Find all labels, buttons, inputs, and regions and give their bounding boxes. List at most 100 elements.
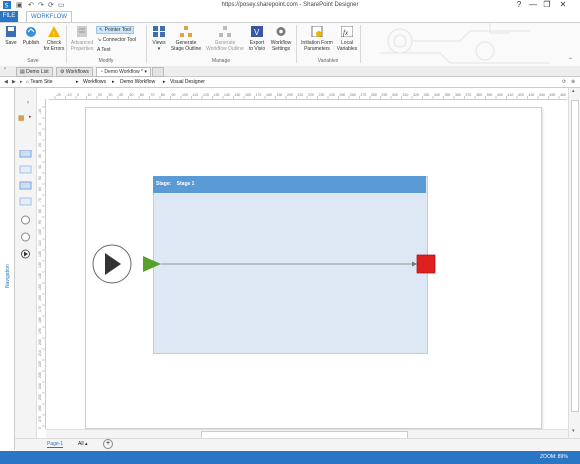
end-node[interactable] [416,254,436,274]
ruler-label: 440 [539,93,545,97]
add-page-button[interactable]: + [103,439,113,449]
options-icon[interactable]: ⊕ [571,77,575,87]
ruler-label: 50 [38,176,42,180]
check-errors-icon: ! [48,26,60,38]
stage-outline-icon [180,26,192,37]
tab-workflows[interactable]: ⚙ Workflows [56,67,93,77]
workflow-outline-icon [219,26,231,37]
back-icon[interactable]: ◀ [4,77,8,87]
refresh-icon[interactable]: ⟳ [562,77,566,87]
shapes-icon[interactable]: ▦ [18,114,25,122]
views-icon [153,26,165,37]
step-shape-icon[interactable] [21,232,30,242]
stage-prefix: Stage: [156,181,172,187]
vertical-scroll-thumb[interactable] [571,100,579,412]
breadcrumb-arrow-icon: ▸ [20,79,23,85]
ruler-label: 450 [550,93,556,97]
breadcrumb-visual-designer[interactable]: Visual Designer [170,77,205,87]
connector-tool-button[interactable]: ↘ Connector Tool [97,37,136,43]
advanced-properties-button[interactable]: Advanced Properties [68,26,96,52]
ruler-label: 100 [38,229,42,235]
ruler-label: 70 [38,198,42,202]
ruler-label: 40 [119,93,123,97]
visio-icon: V [251,26,263,37]
scroll-down-icon[interactable]: ▾ [572,428,575,434]
ruler-label: 150 [235,93,241,97]
ruler-label: 10 [38,132,42,136]
ruler-label: 330 [424,93,430,97]
ribbon-tabs: FILE WORKFLOW [0,11,580,22]
new-tab-button[interactable] [152,67,164,77]
action-shape-icon[interactable] [19,197,32,206]
ruler-label: -20 [56,93,61,97]
close-tab-icon[interactable]: ▾ [144,69,147,75]
workflow-icon: ◔ [100,69,104,75]
check-for-errors-button[interactable]: ! Check for Errors [43,26,65,52]
list-icon: ▤ [20,69,25,75]
all-pages-button[interactable]: All ▴ [78,441,87,447]
breadcrumb-workflows[interactable]: Workflows [83,77,106,87]
local-variables-button[interactable]: fx Local Variables [336,25,358,52]
page-tab[interactable]: Page-1 [47,441,64,448]
vertical-scrollbar[interactable]: ▴ ▾ [568,88,580,438]
ruler-label: 340 [434,93,440,97]
views-button[interactable]: Views ▾ [149,26,169,52]
collapse-ribbon-icon[interactable]: ⌃ [568,57,573,64]
tab-demo-list[interactable]: ▤ Demo List [16,67,53,77]
group-manage-label: Manage [211,58,231,64]
forward-icon[interactable]: ▶ [12,77,16,87]
publish-button[interactable]: Publish [20,26,42,46]
export-to-visio-button[interactable]: V Export to Visio [247,26,267,52]
stage-shape-icon[interactable] [19,150,32,158]
scroll-up-icon[interactable]: ▴ [572,88,575,94]
ruler-label: 310 [403,93,409,97]
window-title: https://posey.sharepoint.com - SharePoin… [221,2,359,8]
save-button[interactable]: Save [3,26,19,46]
horizontal-ruler: -20 -10 0 10 20 30 40 50 60 70 80 90 100 110 120 130 140… [49,92,567,100]
tab-file[interactable]: FILE [0,11,18,22]
pointer-tool-button[interactable]: ↖ Pointer Tool [96,26,134,34]
breadcrumb-separator-icon: ▸ [112,79,115,85]
block-shape-icon[interactable] [19,165,32,174]
ruler-label: -10 [67,93,72,97]
restore-button[interactable]: ❐ [540,0,554,9]
breadcrumb-demo-workflow[interactable]: Demo Workflow [120,77,155,87]
zoom-level[interactable]: ZOOM: 89% [540,451,568,464]
ruler-label: 210 [298,93,304,97]
condition-shape-icon[interactable] [21,215,30,225]
ruler-label: 220 [38,361,42,367]
text-tool-button[interactable]: A Text [97,47,111,53]
expand-shapes-icon[interactable]: › [27,100,29,106]
generate-workflow-outline-button[interactable]: Generate Workflow Outline [203,26,247,52]
chevron-right-icon[interactable]: ▸ [29,114,32,120]
navigation-label[interactable]: Navigation [5,228,11,288]
ruler-label: 200 [287,93,293,97]
ruler-label: 250 [340,93,346,97]
circuit-decoration [380,23,550,64]
help-button[interactable]: ? [512,0,526,9]
nav-pane-toggle-icon[interactable]: › [4,66,6,72]
ruler-label: 240 [38,383,42,389]
svg-text:fx: fx [343,29,349,37]
initiation-form-parameters-button[interactable]: Initiation Form Parameters [298,25,336,52]
stage-header[interactable]: Stage: Stage 1 [153,176,426,193]
group-modify-label: Modify [98,58,114,64]
start-arrow[interactable] [143,256,161,272]
workflow-settings-button[interactable]: Workflow Settings [268,26,294,52]
ruler-label: 180 [266,93,272,97]
title-bar: S ▣ ↶ ↷ ⟳ ▭ https://posey.sharepoint.com… [0,0,580,11]
loop-shape-icon[interactable] [19,181,32,190]
breadcrumb: ◀ ▶ ▸ ⌂ Team Site ▸ Workflows ▸ Demo Wor… [0,77,580,88]
tab-workflow[interactable]: WORKFLOW [26,11,72,22]
tab-demo-workflow[interactable]: ◔ Demo Workflow * ▾ [96,67,151,77]
breadcrumb-separator-icon: ▸ [163,79,166,85]
ruler-label: 90 [172,93,176,97]
publish-icon [26,27,36,37]
minimize-button[interactable]: — [526,0,540,9]
ruler-label: 420 [518,93,524,97]
ruler-label: 280 [38,427,42,429]
generate-stage-outline-button[interactable]: Generate Stage Outline [169,26,203,52]
close-button[interactable]: ✕ [556,0,570,9]
breadcrumb-team-site[interactable]: ⌂ Team Site [26,77,53,87]
ruler-label: 80 [161,93,165,97]
